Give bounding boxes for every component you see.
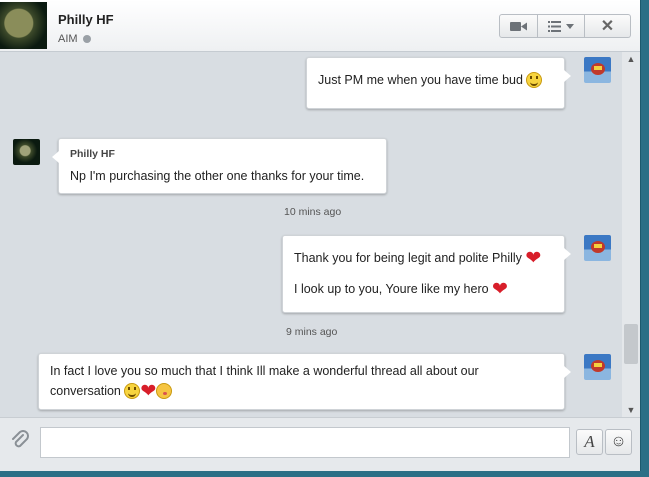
contact-status: AIM [58,33,91,45]
contact-avatar-small[interactable] [13,139,40,165]
chat-window: Philly HF AIM ✕ Just PM me when you have… [0,0,641,471]
heart-emoji-icon: ❤ [525,248,542,269]
message-bubble: In fact I love you so much that I think … [38,353,571,410]
message-text: Np I'm purchasing the other one thanks f… [70,169,365,183]
message-input[interactable] [40,427,570,458]
heart-emoji-icon: ❤ [140,381,157,402]
chat-scrollbar[interactable]: ▲ ▼ [622,52,640,417]
grin-emoji-icon [124,383,141,399]
message-composer: A ☺ [0,417,640,471]
message-line: I look up to you, Youre like my hero ❤ [294,280,564,299]
video-camera-icon [509,21,527,31]
list-icon [548,20,561,32]
message-list[interactable]: Just PM me when you have time bud Philly… [0,52,622,417]
heart-emoji-icon: ❤ [492,279,508,300]
message-text: In fact I love you so much that I think … [50,364,479,378]
contact-avatar[interactable] [0,2,47,49]
self-avatar[interactable] [584,57,611,83]
header-button-group: ✕ [499,14,631,38]
contact-name[interactable]: Philly HF [58,12,114,27]
attachment-icon[interactable] [10,430,30,452]
options-menu-button[interactable] [538,14,585,38]
message-line: conversation ❤ [50,382,564,401]
message-bubble: Philly HF Np I'm purchasing the other on… [52,138,387,194]
scroll-up-arrow-icon[interactable]: ▲ [622,52,640,66]
smiley-icon: ☺ [610,433,627,450]
self-avatar[interactable] [584,354,611,380]
self-avatar[interactable] [584,235,611,261]
video-call-button[interactable] [499,14,538,38]
kiss-emoji-icon [156,383,173,399]
message-sender: Philly HF [70,148,115,160]
emoji-picker-button[interactable]: ☺ [605,429,632,455]
message-bubble: Thank you for being legit and polite Phi… [282,235,571,313]
close-icon: ✕ [600,18,615,35]
smile-emoji-icon [526,72,543,88]
message-text: conversation [50,384,121,398]
message-text: I look up to you, Youre like my hero [294,282,489,296]
text-format-button[interactable]: A [576,429,603,455]
font-format-icon: A [584,432,595,451]
chat-header: Philly HF AIM ✕ [0,0,640,52]
service-label: AIM [58,33,78,45]
message-text: Thank you for being legit and polite Phi… [294,251,522,265]
timestamp: 10 mins ago [284,206,342,218]
timestamp: 9 mins ago [286,326,338,338]
close-button[interactable]: ✕ [585,14,631,38]
status-dot-icon [82,35,91,43]
message-bubble: Just PM me when you have time bud [306,57,571,109]
message-line: Thank you for being legit and polite Phi… [294,249,564,268]
scrollbar-thumb[interactable] [624,324,638,364]
chevron-down-icon [566,23,574,29]
message-text: Just PM me when you have time bud [318,73,523,87]
scroll-down-arrow-icon[interactable]: ▼ [622,403,640,417]
